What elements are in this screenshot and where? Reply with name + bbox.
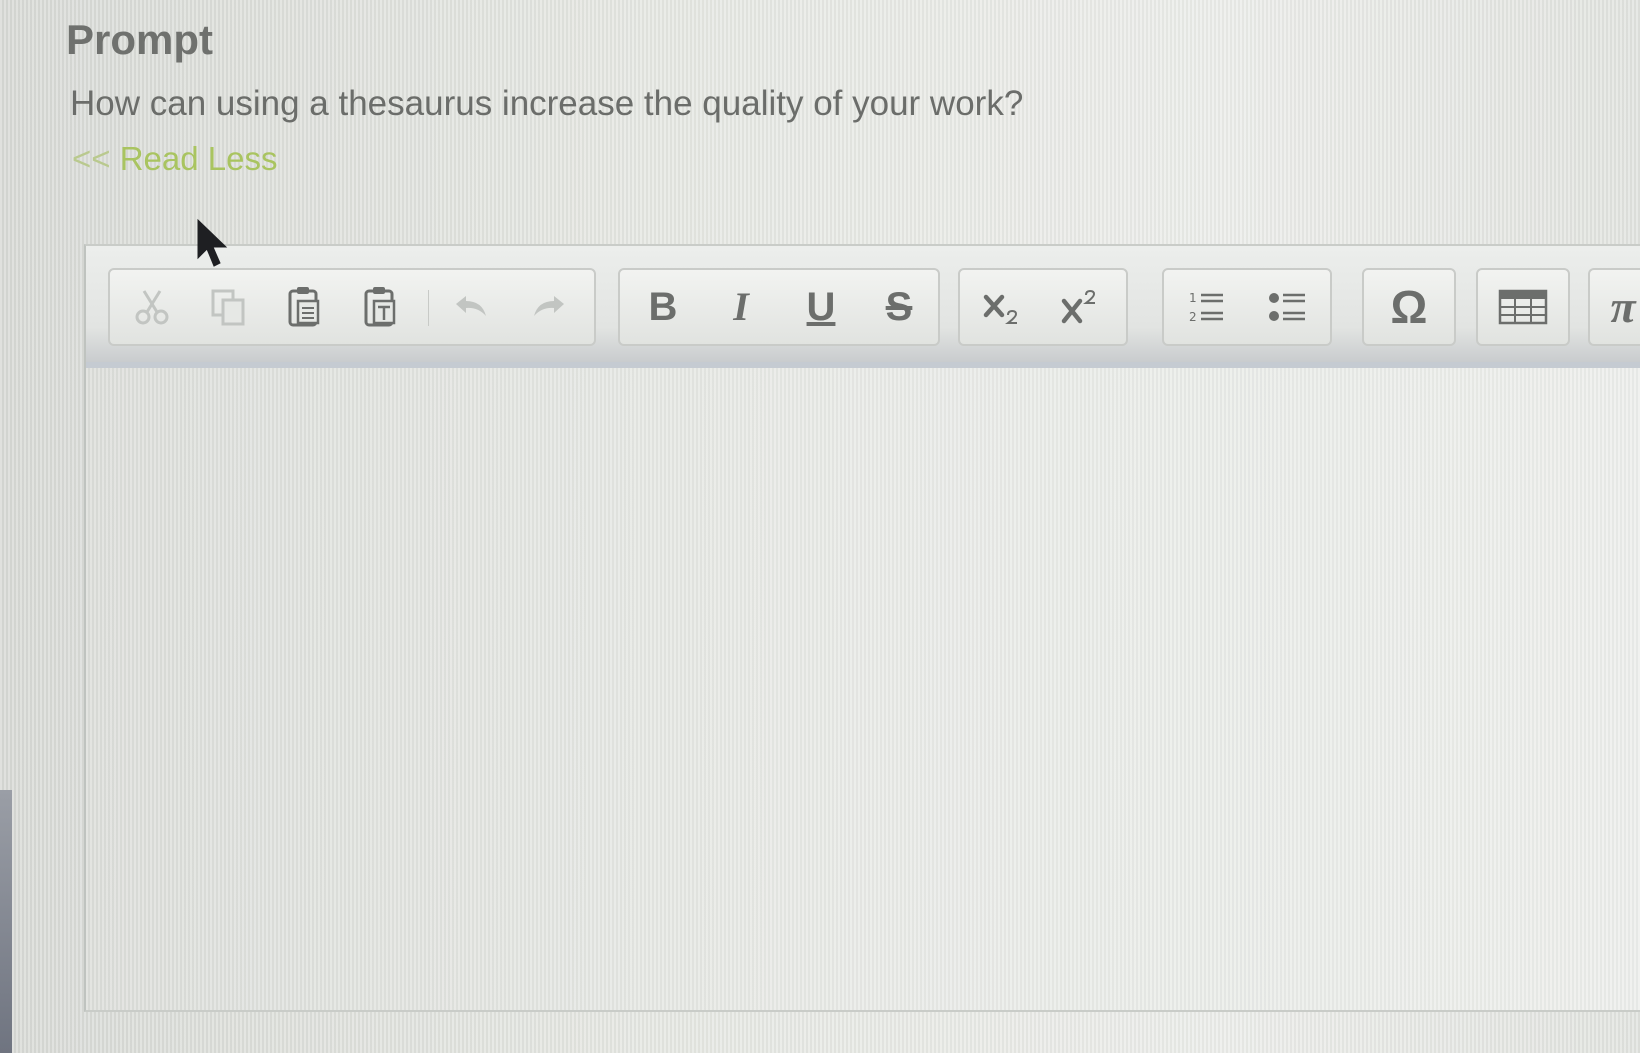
prompt-heading: Prompt — [66, 16, 213, 63]
prompt-question: How can using a thesaurus increase the q… — [70, 84, 1024, 123]
bold-icon: B — [648, 285, 678, 329]
read-less-link[interactable]: << Read Less — [72, 140, 277, 178]
paste-text-button[interactable] — [352, 270, 408, 344]
bulleted-list-icon — [1269, 293, 1305, 321]
paste-text-icon — [364, 287, 396, 327]
math-group: π — [1588, 268, 1640, 346]
bold-button[interactable]: B — [628, 270, 698, 344]
svg-text:2: 2 — [1189, 310, 1197, 324]
rich-text-editor: B I U S 1 2 Ω π — [84, 244, 1640, 1012]
toolbar-separator — [428, 290, 429, 326]
svg-text:1: 1 — [1189, 291, 1197, 305]
subscript-icon — [983, 294, 1018, 324]
editor-content-area[interactable] — [86, 368, 1640, 1010]
redo-button[interactable] — [520, 270, 576, 344]
screen-edge — [0, 790, 12, 1053]
superscript-icon — [1061, 289, 1096, 324]
special-character-button[interactable]: Ω — [1368, 270, 1450, 344]
underline-button[interactable]: U — [786, 270, 856, 344]
strikethrough-icon: S — [885, 285, 913, 329]
copy-icon — [211, 289, 245, 326]
table-group — [1476, 268, 1570, 346]
clipboard-group — [108, 268, 596, 346]
redo-icon — [534, 296, 564, 316]
math-pi-icon: π — [1610, 281, 1636, 332]
underline-icon: U — [806, 285, 836, 329]
undo-button[interactable] — [444, 270, 500, 344]
read-less-label: Read Less — [119, 140, 278, 177]
paste-icon — [288, 287, 320, 327]
table-button[interactable] — [1482, 270, 1564, 344]
table-icon — [1498, 289, 1548, 325]
special-char-group: Ω — [1362, 268, 1456, 346]
numbered-list-icon: 1 2 — [1189, 291, 1223, 324]
copy-button[interactable] — [200, 270, 256, 344]
bulleted-list-button[interactable] — [1252, 270, 1326, 344]
paste-button[interactable] — [276, 270, 332, 344]
cut-button[interactable] — [124, 270, 180, 344]
subscript-button[interactable] — [968, 270, 1042, 344]
screen: Prompt How can using a thesaurus increas… — [0, 0, 1640, 1053]
editor-toolbar: B I U S 1 2 Ω π — [86, 246, 1640, 368]
list-group: 1 2 — [1162, 268, 1332, 346]
cut-icon — [135, 290, 169, 325]
superscript-button[interactable] — [1046, 270, 1120, 344]
strikethrough-button[interactable]: S — [864, 270, 934, 344]
numbered-list-button[interactable]: 1 2 — [1172, 270, 1246, 344]
basic-styles-group: B I U S — [618, 268, 940, 346]
read-less-arrows: << — [72, 140, 111, 177]
special-character-icon: Ω — [1390, 281, 1428, 333]
script-group — [958, 268, 1128, 346]
math-button[interactable]: π — [1600, 270, 1640, 344]
italic-icon: I — [733, 284, 749, 329]
undo-icon — [456, 296, 486, 316]
italic-button[interactable]: I — [706, 270, 776, 344]
